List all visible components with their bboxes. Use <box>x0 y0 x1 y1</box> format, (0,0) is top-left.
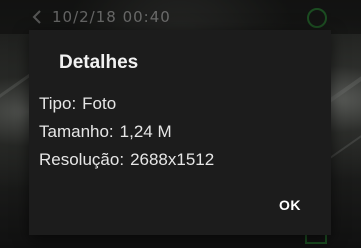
detail-label: Tamanho: <box>39 122 114 141</box>
ok-button[interactable]: OK <box>273 193 307 217</box>
detail-row-size: Tamanho: 1,24 M <box>39 122 172 142</box>
detail-label: Tipo: <box>39 94 77 113</box>
detail-value: Foto <box>82 94 117 113</box>
detail-row-resolution: Resolução: 2688x1512 <box>39 150 214 170</box>
detail-row-type: Tipo: Foto <box>39 94 116 114</box>
screen: 10/2/18 00:40 Detalhes Tipo: Foto Tamanho… <box>0 0 361 248</box>
detail-label: Resolução: <box>39 150 125 169</box>
dialog-title: Detalhes <box>59 52 139 73</box>
detail-value: 2688x1512 <box>130 150 215 169</box>
details-dialog: Detalhes Tipo: Foto Tamanho: 1,24 M Resolu… <box>29 30 331 235</box>
detail-value: 1,24 M <box>119 122 172 141</box>
